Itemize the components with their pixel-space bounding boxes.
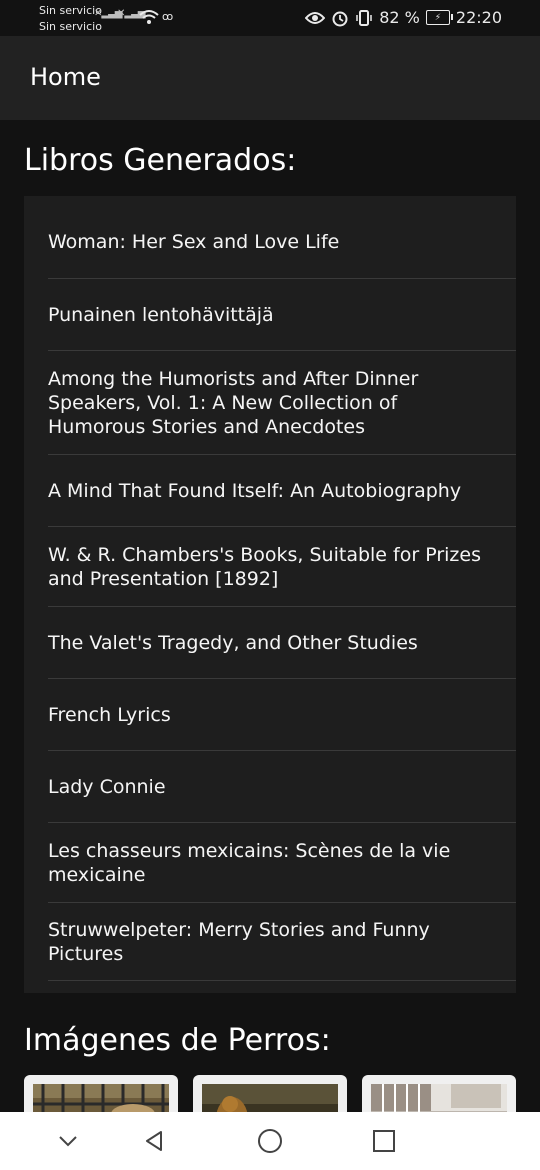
book-title: French Lyrics bbox=[48, 703, 171, 726]
vibrate-icon bbox=[356, 9, 372, 26]
battery-percent: 82 % bbox=[379, 8, 420, 27]
book-title: Among the Humorists and After Dinner Spe… bbox=[48, 367, 419, 438]
book-title: Woman: Her Sex and Love Life bbox=[48, 231, 340, 253]
wifi-icon bbox=[139, 10, 159, 24]
list-item[interactable]: Lady Connie bbox=[48, 751, 516, 823]
back-icon[interactable] bbox=[137, 1124, 171, 1158]
dog-images-row bbox=[24, 1075, 516, 1135]
clock: 22:20 bbox=[455, 8, 502, 27]
recents-icon[interactable] bbox=[367, 1124, 401, 1158]
book-title: The Valet's Tragedy, and Other Studies bbox=[48, 631, 418, 654]
list-item[interactable]: A Mind That Found Itself: An Autobiograp… bbox=[48, 455, 516, 527]
book-title: Punainen lentohävittäjä bbox=[48, 303, 274, 326]
carrier-label-2: Sin servicio bbox=[39, 20, 102, 33]
book-title: A Mind That Found Itself: An Autobiograp… bbox=[48, 479, 462, 502]
carrier-label-1: Sin servicio bbox=[39, 4, 102, 17]
list-item[interactable]: W. & R. Chambers's Books, Suitable for P… bbox=[48, 527, 516, 607]
dogs-heading: Imágenes de Perros: bbox=[24, 1023, 331, 1058]
eye-icon bbox=[305, 11, 326, 24]
list-item[interactable]: Among the Humorists and After Dinner Spe… bbox=[48, 351, 516, 455]
book-title: W. & R. Chambers's Books, Suitable for P… bbox=[48, 543, 481, 590]
list-item[interactable]: Punainen lentohävittäjä bbox=[48, 279, 516, 351]
book-title: Les chasseurs mexicains: Scènes de la vi… bbox=[48, 839, 451, 886]
carrier-info: Sin servicio Sin servicio bbox=[39, 3, 102, 35]
app-bar: Home bbox=[0, 36, 540, 120]
alarm-icon bbox=[332, 11, 348, 26]
list-item[interactable]: French Lyrics bbox=[48, 679, 516, 751]
books-list: Woman: Her Sex and Love Life Punainen le… bbox=[24, 196, 516, 993]
status-right: 82 % ⚡ 22:20 bbox=[305, 8, 502, 27]
list-item[interactable]: The Valet's Tragedy, and Other Studies bbox=[48, 607, 516, 679]
chevron-down-icon[interactable] bbox=[51, 1124, 85, 1158]
list-item[interactable]: Les chasseurs mexicains: Scènes de la vi… bbox=[48, 823, 516, 903]
list-item[interactable]: Woman: Her Sex and Love Life bbox=[48, 206, 516, 279]
page-title: Home bbox=[30, 63, 101, 91]
system-nav-bar bbox=[0, 1112, 540, 1170]
books-heading: Libros Generados: bbox=[24, 143, 297, 178]
status-bar: Sin servicio Sin servicio ✕▂▃▅ ✕▂▃▅ ꝏ 82… bbox=[0, 0, 540, 36]
book-title: Lady Connie bbox=[48, 775, 166, 798]
list-item[interactable]: Struwwelpeter: Merry Stories and Funny P… bbox=[48, 903, 516, 981]
home-icon[interactable] bbox=[253, 1124, 287, 1158]
voice-over-wifi-icon: ꝏ bbox=[162, 10, 174, 23]
battery-icon: ⚡ bbox=[425, 10, 453, 25]
book-title: Struwwelpeter: Merry Stories and Funny P… bbox=[48, 918, 430, 965]
